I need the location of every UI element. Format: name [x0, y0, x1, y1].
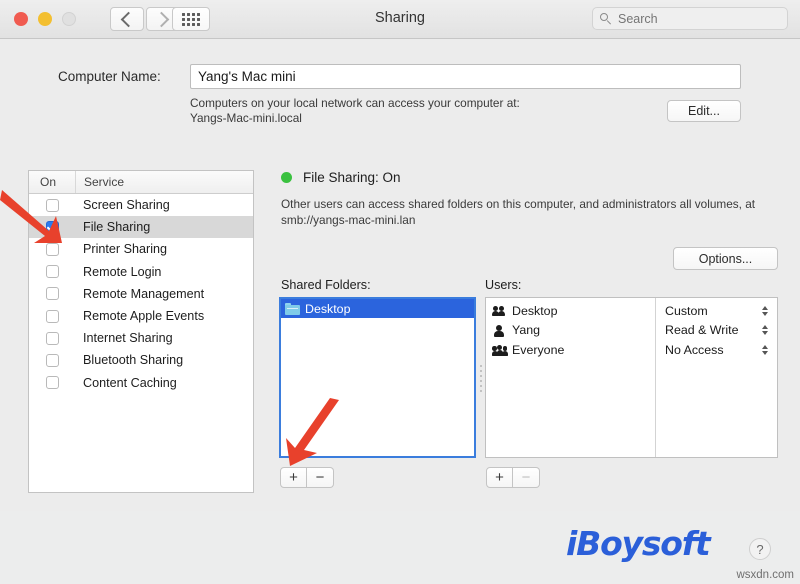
service-row-remote-management[interactable]: Remote Management — [29, 283, 253, 305]
add-shared-folder-button[interactable]: + — [280, 467, 307, 488]
watermark: wsxdn.com — [736, 569, 794, 581]
add-user-button[interactable]: + — [486, 467, 513, 488]
service-row-remote-login[interactable]: Remote Login — [29, 261, 253, 283]
user-row-yang[interactable]: Yang — [486, 321, 655, 341]
shared-folders-buttons: + − — [280, 467, 334, 488]
search-input[interactable] — [618, 11, 768, 26]
service-label: Content Caching — [83, 375, 177, 390]
edit-button[interactable]: Edit... — [667, 100, 741, 122]
remove-shared-folder-button[interactable]: − — [307, 467, 334, 488]
checkbox-remote-apple-events[interactable] — [45, 309, 59, 323]
shared-folder-name: Desktop — [305, 301, 351, 316]
checkbox-content-caching[interactable] — [45, 376, 59, 390]
checkbox-remote-management[interactable] — [45, 287, 59, 301]
file-sharing-description: Other users can access shared folders on… — [281, 197, 756, 227]
permission-dropdown-desktop[interactable]: Custom — [656, 301, 777, 321]
service-row-screen-sharing[interactable]: Screen Sharing — [29, 194, 253, 216]
permission-value: Read & Write — [665, 323, 739, 338]
remove-user-button[interactable]: − — [513, 467, 540, 488]
service-row-remote-apple-events[interactable]: Remote Apple Events — [29, 305, 253, 327]
help-button[interactable]: ? — [749, 538, 771, 560]
column-header-on: On — [40, 175, 57, 189]
user-row-desktop[interactable]: Desktop — [486, 301, 655, 321]
user-name: Desktop — [512, 303, 558, 318]
panel-resize-handle[interactable] — [477, 355, 484, 401]
folder-icon — [285, 302, 300, 315]
users-buttons: + − — [486, 467, 540, 488]
iboysoft-logo: iBoysoft — [566, 524, 711, 563]
options-button[interactable]: Options... — [673, 247, 778, 270]
services-table-header: On Service — [29, 171, 253, 194]
service-label: Internet Sharing — [83, 331, 173, 346]
service-label: File Sharing — [83, 220, 151, 235]
sharing-preferences-window: Sharing Computer Name: Computers on your… — [0, 0, 800, 584]
chevron-updown-icon[interactable] — [762, 344, 769, 356]
service-row-bluetooth-sharing[interactable]: Bluetooth Sharing — [29, 349, 253, 371]
person-icon — [492, 324, 507, 337]
permission-dropdown-yang[interactable]: Read & Write — [656, 321, 777, 341]
service-label: Remote Login — [83, 264, 162, 279]
users-name-column: Desktop Yang Everyone — [486, 298, 656, 457]
search-field[interactable] — [592, 7, 788, 30]
network-access-line: Computers on your local network can acce… — [190, 96, 520, 110]
list-item[interactable]: Desktop — [281, 299, 474, 318]
search-icon — [600, 12, 612, 25]
computer-name-input[interactable] — [191, 65, 740, 88]
service-label: Screen Sharing — [83, 198, 170, 213]
checkbox-internet-sharing[interactable] — [45, 331, 59, 345]
service-row-printer-sharing[interactable]: Printer Sharing — [29, 238, 253, 260]
status-indicator-dot — [281, 172, 292, 183]
users-list[interactable]: Desktop Yang Everyone Custom Read & Writ… — [485, 297, 778, 458]
shared-folders-list[interactable]: Desktop — [279, 297, 476, 458]
permission-value: No Access — [665, 342, 724, 357]
checkbox-printer-sharing[interactable] — [45, 242, 59, 256]
everyone-icon — [492, 343, 508, 356]
computer-name-help: Computers on your local network can acce… — [190, 96, 660, 126]
shared-folders-label: Shared Folders: — [281, 278, 371, 292]
chevron-updown-icon[interactable] — [762, 305, 769, 317]
file-sharing-status: File Sharing: On — [281, 170, 401, 185]
checkbox-remote-login[interactable] — [45, 265, 59, 279]
service-row-file-sharing[interactable]: File Sharing — [29, 216, 253, 239]
service-label: Remote Management — [83, 286, 205, 301]
services-table[interactable]: On Service Screen Sharing File Sharing P… — [28, 170, 254, 493]
service-label: Remote Apple Events — [83, 309, 205, 324]
computer-name-field[interactable] — [190, 64, 741, 89]
users-permission-column: Custom Read & Write No Access — [656, 298, 777, 457]
checkbox-screen-sharing[interactable] — [45, 198, 59, 212]
user-name: Everyone — [512, 342, 565, 357]
user-name: Yang — [512, 323, 541, 338]
permission-dropdown-everyone[interactable]: No Access — [656, 340, 777, 360]
checkbox-bluetooth-sharing[interactable] — [45, 353, 59, 367]
permission-value: Custom — [665, 303, 708, 318]
users-label: Users: — [485, 278, 522, 292]
checkbox-file-sharing[interactable] — [45, 220, 59, 234]
local-hostname: Yangs-Mac-mini.local — [190, 111, 302, 125]
user-row-everyone[interactable]: Everyone — [486, 340, 655, 360]
chevron-updown-icon[interactable] — [762, 324, 769, 336]
column-header-service: Service — [75, 171, 253, 193]
service-row-internet-sharing[interactable]: Internet Sharing — [29, 327, 253, 349]
status-badge: File Sharing: On — [303, 170, 401, 185]
service-label: Bluetooth Sharing — [83, 353, 184, 368]
group-icon — [492, 304, 507, 317]
service-label: Printer Sharing — [83, 242, 167, 257]
window-titlebar: Sharing — [0, 0, 800, 39]
computer-name-label: Computer Name: — [58, 69, 161, 84]
service-row-content-caching[interactable]: Content Caching — [29, 372, 253, 394]
